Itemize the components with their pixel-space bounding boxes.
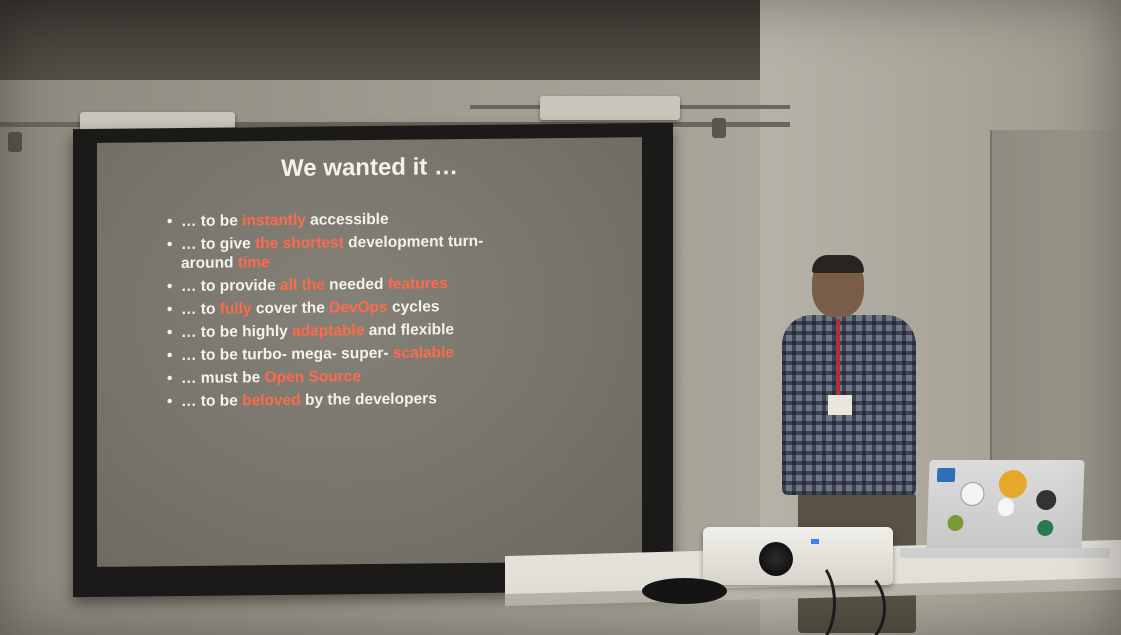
slide: We wanted it … … to be instantly accessi… (97, 137, 642, 567)
projector-status-led (811, 539, 819, 544)
presenter-hair (812, 255, 864, 273)
highlighted-text: fully (219, 300, 252, 318)
highlighted-text: all the (280, 276, 325, 294)
projection-screen: We wanted it … … to be instantly accessi… (73, 122, 673, 598)
slide-bullet: … to provide all the needed features (167, 274, 507, 297)
highlighted-text: adaptable (292, 322, 365, 340)
highlighted-text: instantly (242, 211, 306, 230)
highlighted-text: beloved (242, 391, 301, 410)
bullet-text: … to be turbo- mega- super- (181, 344, 393, 365)
bullet-text: cover the (251, 299, 330, 318)
laptop (926, 460, 1085, 553)
slide-bullet-list: … to be instantly accessible… to give th… (167, 209, 507, 416)
sticker-icon (1036, 520, 1054, 536)
bullet-text: accessible (305, 210, 389, 229)
slide-bullet: … to be instantly accessible (167, 209, 507, 232)
ceiling-light (540, 96, 680, 120)
bullet-text: … to be highly (181, 322, 293, 342)
photo-scene: We wanted it … … to be instantly accessi… (0, 0, 1121, 635)
slide-bullet: … to fully cover the DevOps cycles (167, 297, 507, 320)
sticker-icon (947, 515, 964, 531)
laptop-base (900, 548, 1110, 558)
bullet-text: … to be (181, 212, 243, 231)
spotlight-icon (712, 118, 726, 138)
slide-title: We wanted it … (281, 153, 458, 182)
bullet-text: needed (324, 275, 388, 294)
lanyard (836, 319, 840, 399)
spotlight-icon (8, 132, 22, 152)
highlighted-text: features (387, 275, 449, 293)
highlighted-text: the shortest (255, 234, 344, 253)
bullet-text: cycles (387, 298, 440, 316)
slide-bullet: … to give the shortest development turn-… (167, 232, 507, 274)
highlighted-text: Open Source (264, 368, 362, 387)
bullet-text: … to (181, 300, 220, 319)
highlighted-text: scalable (392, 344, 455, 362)
slide-bullet: … to be highly adaptable and flexible (167, 320, 507, 343)
sticker-icon (936, 468, 956, 482)
sticker-icon (960, 482, 985, 506)
slide-bullet: … must be Open Source (167, 366, 507, 389)
apple-logo-icon (997, 498, 1015, 516)
sticker-icon (1035, 490, 1057, 510)
bullet-text: by the developers (300, 390, 437, 409)
slide-bullet: … to be beloved by the developers (167, 389, 507, 412)
bullet-text: … to be (181, 392, 243, 411)
bullet-text: and flexible (364, 321, 455, 340)
highlighted-text: time (237, 254, 270, 272)
slide-bullet: … to be turbo- mega- super- scalable (167, 343, 507, 366)
bullet-text: … to provide (181, 276, 281, 296)
name-badge (828, 395, 852, 415)
bullet-text: … to give (181, 235, 256, 254)
highlighted-text: DevOps (329, 298, 388, 317)
projector-lens-icon (759, 542, 793, 576)
bullet-text: … must be (181, 369, 265, 388)
mouse (642, 578, 727, 604)
sticker-icon (998, 470, 1028, 498)
